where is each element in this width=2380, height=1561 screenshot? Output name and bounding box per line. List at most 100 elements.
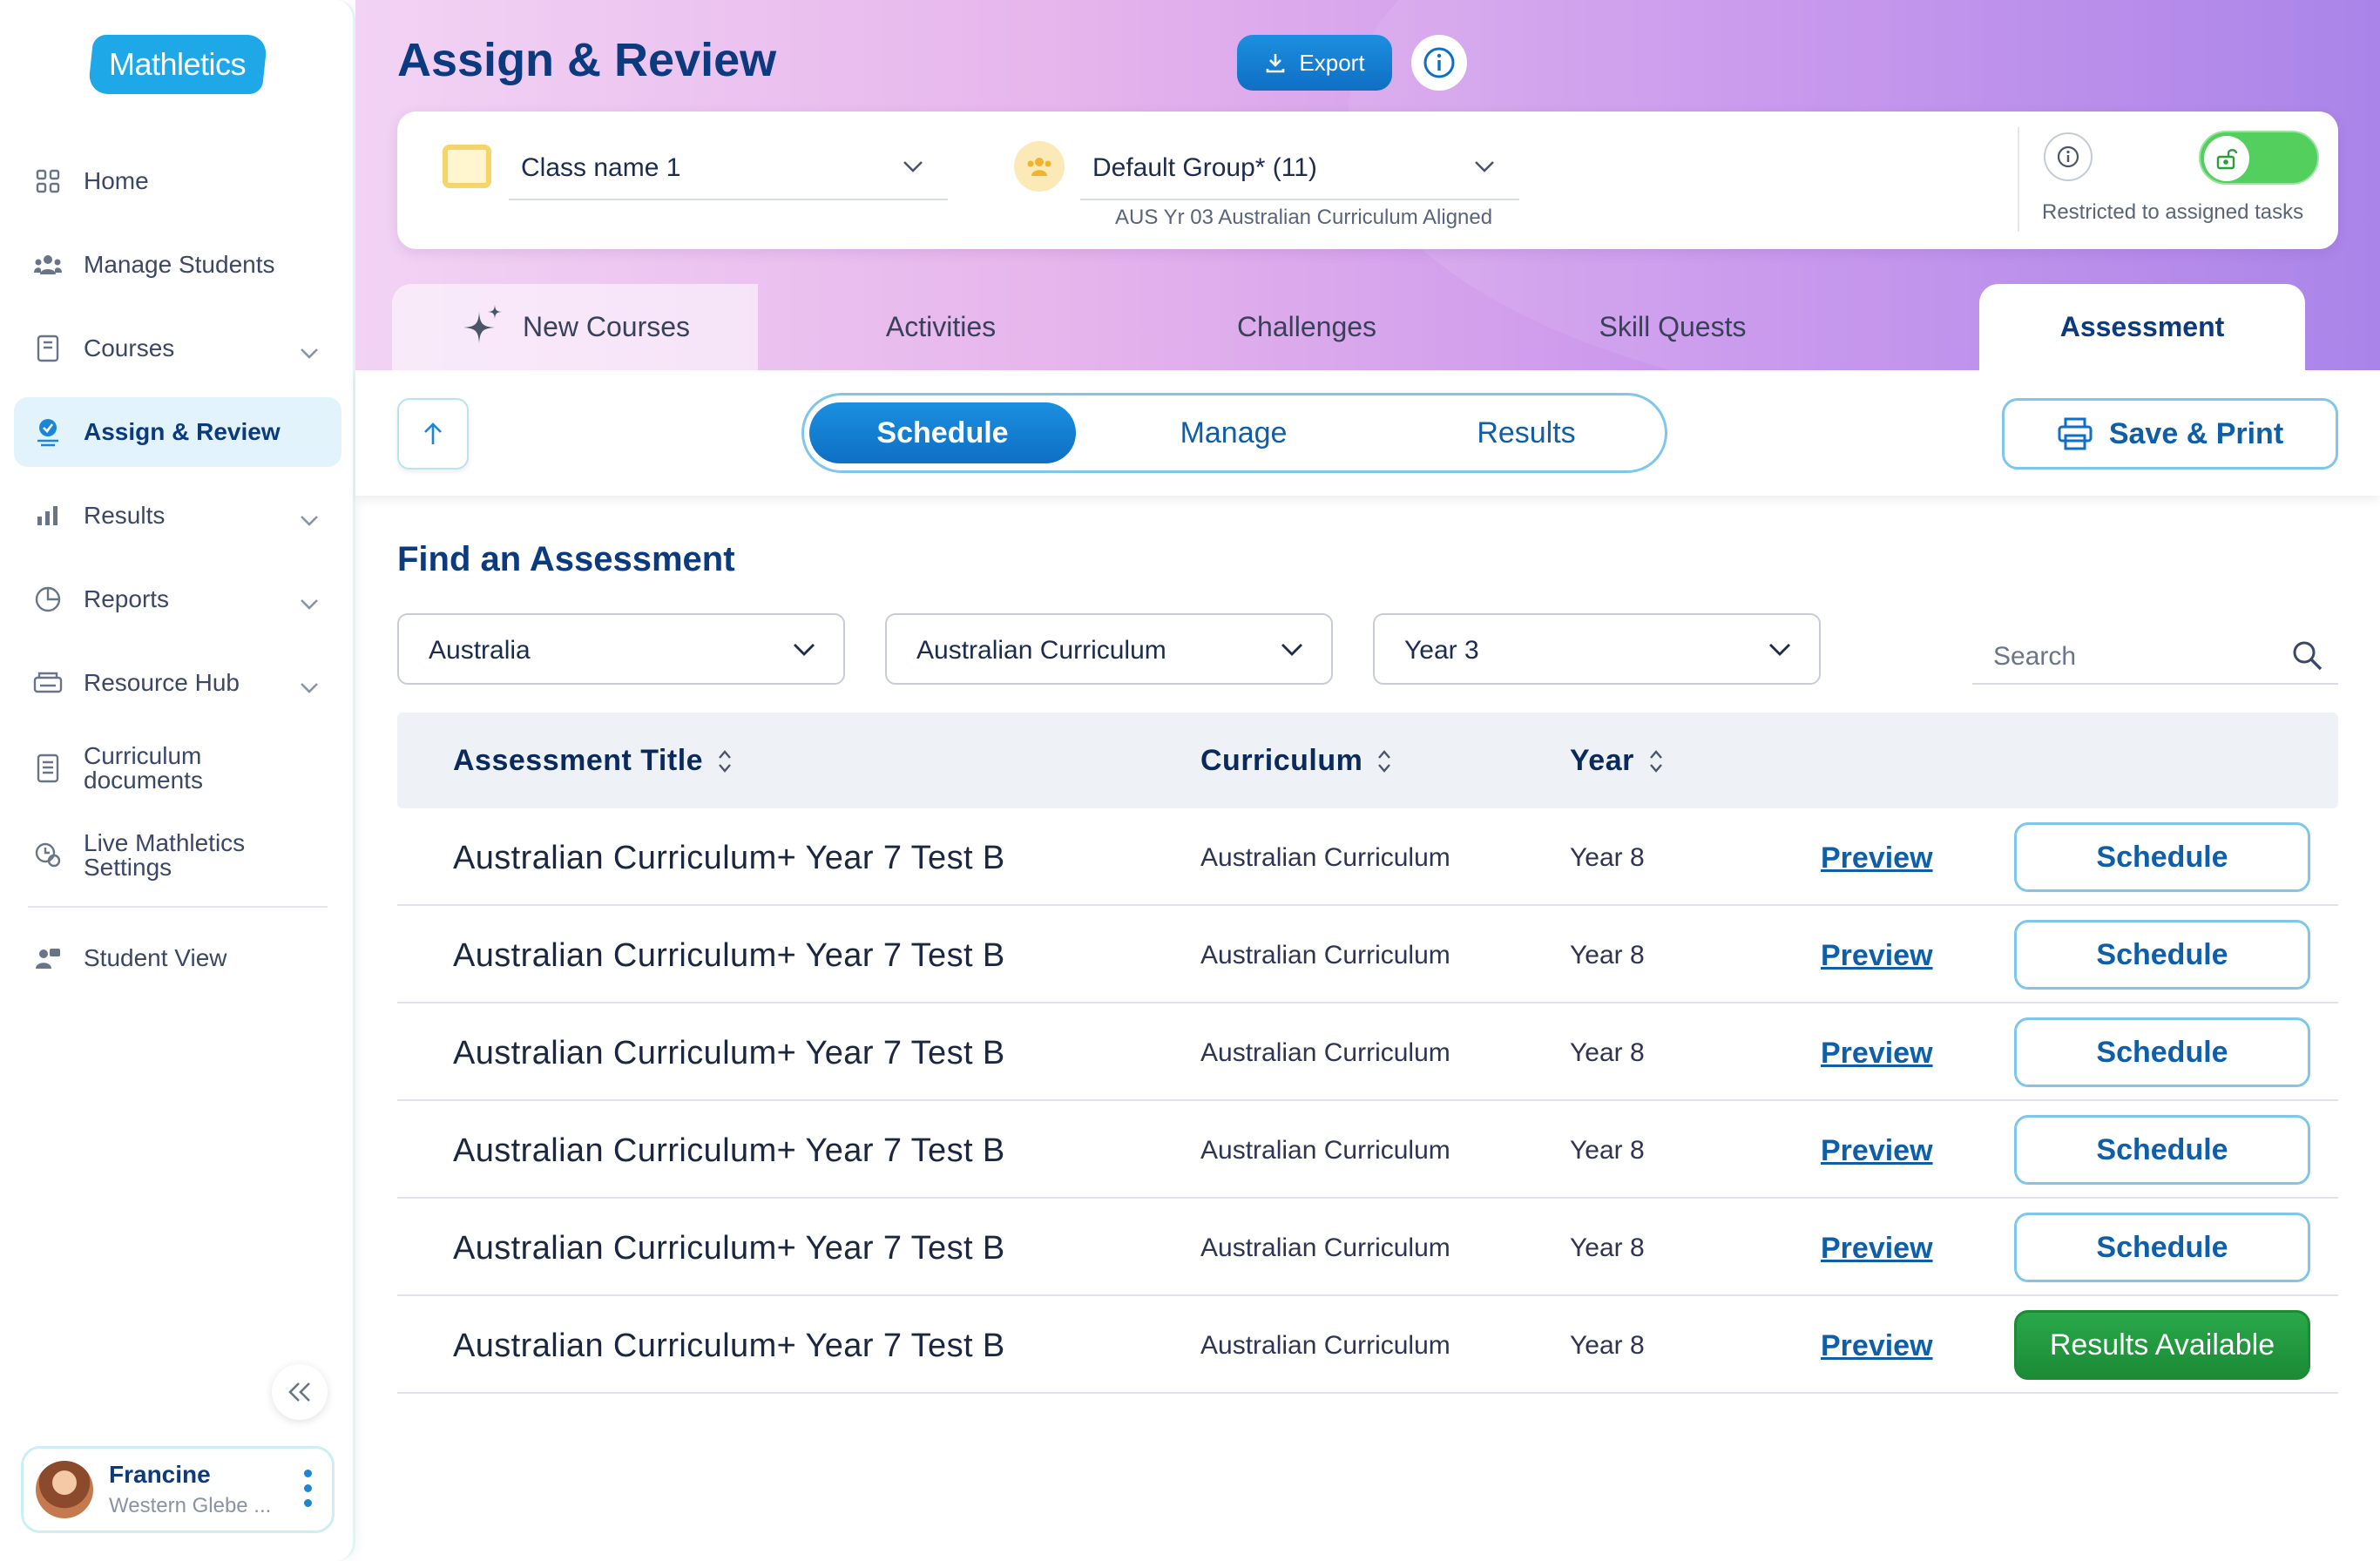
- download-icon: [1267, 54, 1285, 73]
- info-button[interactable]: [1411, 35, 1467, 91]
- column-header-title[interactable]: Assessment Title: [453, 744, 733, 778]
- sidebar-item-label: Assign & Review: [84, 418, 281, 445]
- curriculum-filter[interactable]: Australian Curriculum: [885, 613, 1333, 685]
- table-row: Australian Curriculum+ Year 7 Test B Aus…: [397, 1004, 2338, 1101]
- preview-link[interactable]: Preview: [1821, 1232, 1933, 1266]
- tab-challenges[interactable]: Challenges: [1124, 284, 1490, 370]
- sidebar-item-courses[interactable]: Courses: [14, 314, 341, 383]
- schedule-button[interactable]: Schedule: [2014, 1213, 2310, 1282]
- sidebar-item-curriculum-documents[interactable]: Curriculum documents: [14, 732, 341, 805]
- schedule-button[interactable]: Schedule: [2014, 920, 2310, 990]
- sidebar-divider: [28, 906, 328, 908]
- sidebar-item-assign-review[interactable]: Assign & Review: [14, 397, 341, 467]
- assessment-toolbar: Schedule Manage Results Save & Print: [355, 370, 2380, 496]
- restrict-info-button[interactable]: [2044, 132, 2093, 181]
- segment-schedule[interactable]: Schedule: [809, 402, 1076, 463]
- column-header-label: Year: [1570, 744, 1634, 777]
- tab-assessment[interactable]: Assessment: [1979, 284, 2305, 370]
- assessment-title: Australian Curriculum+ Year 7 Test B: [453, 1328, 1005, 1364]
- schedule-button[interactable]: Schedule: [2014, 822, 2310, 892]
- sidebar-item-label: Resource Hub: [84, 669, 240, 696]
- sidebar-item-manage-students[interactable]: Manage Students: [14, 230, 341, 300]
- sort-icon: [1378, 749, 1391, 773]
- results-available-button[interactable]: Results Available: [2014, 1310, 2310, 1380]
- students-icon: [33, 250, 63, 280]
- export-button[interactable]: Export: [1237, 35, 1392, 91]
- assessment-title: Australian Curriculum+ Year 7 Test B: [453, 840, 1005, 876]
- user-card[interactable]: Francine Western Glebe ...: [21, 1446, 335, 1533]
- tab-activities[interactable]: Activities: [758, 284, 1124, 370]
- assign-check-icon: [33, 417, 63, 447]
- preview-link[interactable]: Preview: [1821, 1329, 1933, 1363]
- grid-icon: [33, 166, 63, 196]
- tab-skill-quests[interactable]: Skill Quests: [1490, 284, 1856, 370]
- printer-tray-icon: [33, 668, 63, 698]
- sidebar-item-student-view[interactable]: Student View: [14, 923, 341, 993]
- chevron-down-icon[interactable]: [300, 672, 319, 700]
- country-filter[interactable]: Australia: [397, 613, 845, 685]
- assessment-curriculum: Australian Curriculum: [1200, 843, 1450, 872]
- sidebar-item-home[interactable]: Home: [14, 146, 341, 216]
- assessment-title: Australian Curriculum+ Year 7 Test B: [453, 1132, 1005, 1169]
- tab-new-courses[interactable]: New Courses: [392, 284, 758, 370]
- save-print-button[interactable]: Save & Print: [2002, 398, 2338, 470]
- sidebar-item-label: Student View: [84, 944, 227, 971]
- assessment-curriculum: Australian Curriculum: [1200, 1233, 1450, 1262]
- schedule-button[interactable]: Schedule: [2014, 1017, 2310, 1087]
- chevron-down-icon[interactable]: [300, 589, 319, 617]
- assessment-title: Australian Curriculum+ Year 7 Test B: [453, 937, 1005, 974]
- preview-link[interactable]: Preview: [1821, 841, 1933, 875]
- sidebar-item-resource-hub[interactable]: Resource Hub: [14, 648, 341, 718]
- assessment-year: Year 8: [1570, 1331, 1645, 1360]
- mathletics-logo[interactable]: Mathletics: [87, 35, 268, 94]
- sidebar-item-label: Curriculum documents: [84, 742, 203, 794]
- logo-text: Mathletics: [109, 46, 247, 82]
- sort-icon: [719, 749, 731, 773]
- sidebar-item-live-mathletics-settings[interactable]: Live Mathletics Settings: [14, 819, 341, 892]
- table-row: Australian Curriculum+ Year 7 Test B Aus…: [397, 808, 2338, 906]
- segment-manage[interactable]: Manage: [1100, 402, 1367, 463]
- year-filter[interactable]: Year 3: [1373, 613, 1821, 685]
- page-title: Assign & Review: [397, 34, 777, 86]
- tab-label: Challenges: [1236, 311, 1377, 342]
- class-select[interactable]: Class name 1: [509, 136, 948, 200]
- assessment-title: Australian Curriculum+ Year 7 Test B: [453, 1035, 1005, 1071]
- preview-link[interactable]: Preview: [1821, 939, 1933, 973]
- scroll-up-button[interactable]: [397, 398, 469, 470]
- chevron-down-icon: [903, 160, 923, 179]
- schedule-button[interactable]: Schedule: [2014, 1115, 2310, 1185]
- more-vertical-icon[interactable]: [304, 1470, 313, 1514]
- assessment-curriculum: Australian Curriculum: [1200, 1331, 1450, 1360]
- sidebar-item-results[interactable]: Results: [14, 481, 341, 551]
- assessment-curriculum: Australian Curriculum: [1200, 941, 1450, 970]
- sort-icon: [1649, 749, 1662, 773]
- info-icon: [1423, 47, 1455, 78]
- document-icon: [33, 753, 63, 783]
- printer-icon: [2058, 417, 2093, 450]
- sidebar-item-reports[interactable]: Reports: [14, 564, 341, 634]
- class-selector-card: Class name 1 Default Group* (11) AUS Yr …: [397, 112, 2338, 249]
- search-input[interactable]: [1993, 639, 2281, 674]
- divider: [2018, 127, 2019, 232]
- preview-link[interactable]: Preview: [1821, 1037, 1933, 1071]
- page-header: Assign & Review Export Class name 1 Defa…: [355, 0, 2380, 370]
- chevron-down-icon[interactable]: [300, 505, 319, 533]
- assessment-year: Year 8: [1570, 1233, 1645, 1262]
- column-header-curriculum[interactable]: Curriculum: [1200, 744, 1392, 778]
- search-icon[interactable]: [2291, 639, 2324, 677]
- table-header: Assessment Title Curriculum Year: [397, 713, 2338, 808]
- preview-link[interactable]: Preview: [1821, 1134, 1933, 1168]
- collapse-sidebar-button[interactable]: [272, 1364, 328, 1420]
- chevron-down-icon[interactable]: [300, 338, 319, 366]
- restricted-toggle[interactable]: [2199, 131, 2319, 185]
- arrow-up-icon: [424, 422, 442, 444]
- sidebar-item-label: Home: [84, 167, 149, 194]
- find-assessment-title: Find an Assessment: [397, 540, 735, 578]
- group-select[interactable]: Default Group* (11): [1080, 136, 1519, 200]
- content-tabs: New Courses Activities Challenges Skill …: [392, 284, 2305, 370]
- column-header-label: Curriculum: [1200, 744, 1363, 777]
- column-header-year[interactable]: Year: [1570, 744, 1664, 778]
- segment-results[interactable]: Results: [1393, 402, 1660, 463]
- chevron-down-icon: [1281, 643, 1303, 661]
- sidebar-item-label: Reports: [84, 585, 170, 612]
